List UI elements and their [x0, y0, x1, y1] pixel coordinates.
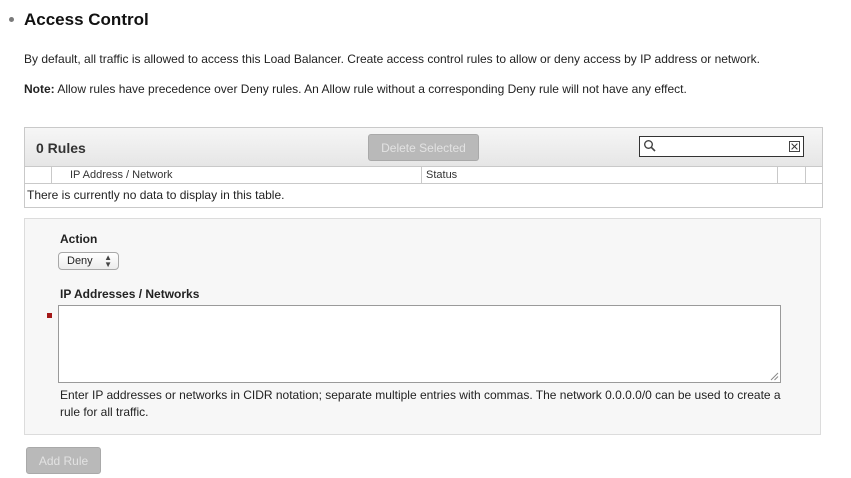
add-rule-button[interactable]: Add Rule: [26, 447, 101, 474]
column-extra: [777, 167, 805, 183]
resize-grip-icon[interactable]: [770, 372, 779, 381]
section-bullet-icon: [9, 17, 14, 22]
search-icon: [644, 140, 656, 152]
clear-icon[interactable]: [789, 141, 800, 152]
ip-addresses-textarea[interactable]: [58, 305, 781, 383]
rules-table-header: 0 Rules Delete Selected: [25, 128, 822, 167]
column-status[interactable]: Status: [421, 167, 777, 183]
ip-addresses-label: IP Addresses / Networks: [60, 287, 200, 301]
section-description: By default, all traffic is allowed to ac…: [24, 52, 760, 66]
action-label: Action: [60, 232, 98, 246]
action-select[interactable]: Deny ▲ ▼: [58, 252, 119, 270]
section-note: Note: Allow rules have precedence over D…: [24, 82, 687, 96]
up-down-arrows-icon: ▲ ▼: [104, 253, 112, 269]
column-extra-2: [805, 167, 823, 183]
column-ip-address[interactable]: IP Address / Network: [51, 167, 421, 183]
delete-selected-button[interactable]: Delete Selected: [368, 134, 479, 161]
note-label: Note:: [24, 82, 55, 96]
note-text: Allow rules have precedence over Deny ru…: [54, 82, 687, 96]
section-title: Access Control: [24, 10, 149, 29]
search-input[interactable]: [639, 136, 804, 157]
rules-table: 0 Rules Delete Selected IP Address / Net…: [24, 127, 823, 208]
required-marker-icon: [47, 313, 52, 318]
action-select-value: Deny: [67, 255, 93, 267]
rules-count: 0 Rules: [36, 140, 86, 156]
ip-help-text: Enter IP addresses or networks in CIDR n…: [60, 388, 781, 419]
add-rule-form: Action Deny ▲ ▼ IP Addresses / Networks E…: [24, 218, 821, 435]
rules-column-header: IP Address / Network Status: [25, 167, 822, 184]
empty-table-message: There is currently no data to display in…: [27, 188, 285, 202]
